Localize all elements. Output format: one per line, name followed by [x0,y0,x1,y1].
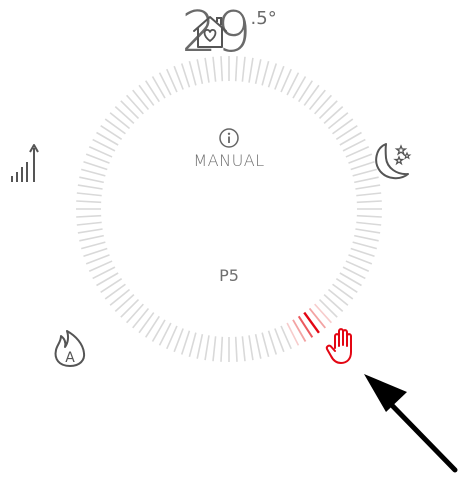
dial-tick [254,59,262,84]
auto-mode-button[interactable]: A [50,328,90,370]
dial-tick [241,336,246,362]
dial-tick [234,56,238,82]
dial-tick [355,228,381,234]
dial-tick [212,56,217,82]
dial-tick [126,303,144,324]
dial-tick [83,247,108,258]
temperature-dial[interactable] [0,0,458,477]
program-label: P5 [219,266,239,285]
dial-tick [318,298,338,318]
dial-tick [248,335,254,361]
temperature-decimal: .5° [250,8,277,29]
dial-tick [248,57,254,83]
dial-tick [196,334,204,359]
dial-tick [308,89,326,111]
info-button[interactable] [218,127,240,149]
home-mode-button[interactable] [191,14,229,50]
dial-tick [85,254,110,265]
dial-tick [318,100,338,120]
dial-tick [356,200,382,204]
dial-tick [173,65,184,90]
hand-manual-icon [325,328,352,364]
manual-mode-button[interactable] [324,324,362,368]
dial-tick [109,112,131,130]
dial-tick [332,283,354,300]
dial-tick [220,56,224,82]
dial-tick [180,330,191,355]
dial-tick [132,89,150,111]
dial-tick [261,332,270,357]
dial-tick [267,330,278,355]
dial-tick [327,112,349,130]
dial-tick [76,221,102,226]
dial-tick [355,184,381,190]
auto-flame-icon: A [54,330,86,367]
dial-tick [204,335,210,361]
dial-tick [261,61,270,86]
dial-tick [314,303,332,324]
dial-tick [81,241,106,250]
dial-tick [173,328,184,353]
dial-tick [81,168,106,177]
dial-tick [348,254,373,265]
dial-tick [234,336,238,362]
dial-tick [356,214,382,218]
dial-tick [126,94,144,115]
dial-tick [352,241,377,250]
dial-tick [114,294,135,312]
dial-tick [77,228,103,234]
dial-tick [220,336,224,362]
dial-tick [132,307,150,329]
dial-tick [109,288,131,306]
dial-tick [332,118,354,135]
dial-tick [76,214,102,218]
dial-tick [204,57,210,83]
dial-tick [356,221,382,226]
dial-tick [79,176,104,184]
dial-tick [241,56,246,82]
dial-tick [196,59,204,84]
dial-tick [254,334,262,359]
dial-tick [350,247,375,258]
mode-label: MANUAL [193,151,265,170]
dial-tick [212,336,217,362]
dial-tick [274,65,285,90]
home-heart-icon [193,16,227,48]
dial-tick [274,328,285,353]
dial-tick [188,332,197,357]
dial-tick [138,312,155,334]
dial-tick [120,100,140,120]
dial-tick [120,298,140,318]
dial-tick [104,283,126,300]
dial-tick [303,84,320,106]
info-icon [219,128,239,148]
dial-tick [114,106,135,124]
dial-tick [138,84,155,106]
dial-tick [314,94,332,115]
dial-tick [79,234,104,242]
dial-tick [267,63,278,88]
dial-tick [327,288,349,306]
dial-tick [188,61,197,86]
dial-tick [354,234,379,242]
dial-tick [356,192,382,197]
dial-tick [104,118,126,135]
svg-text:A: A [65,350,75,366]
dial-tick [323,106,344,124]
dial-tick [180,63,191,88]
dial-tick [323,294,344,312]
dial-tick [76,192,102,197]
dial-tick [76,200,102,204]
dial-tick [77,184,103,190]
